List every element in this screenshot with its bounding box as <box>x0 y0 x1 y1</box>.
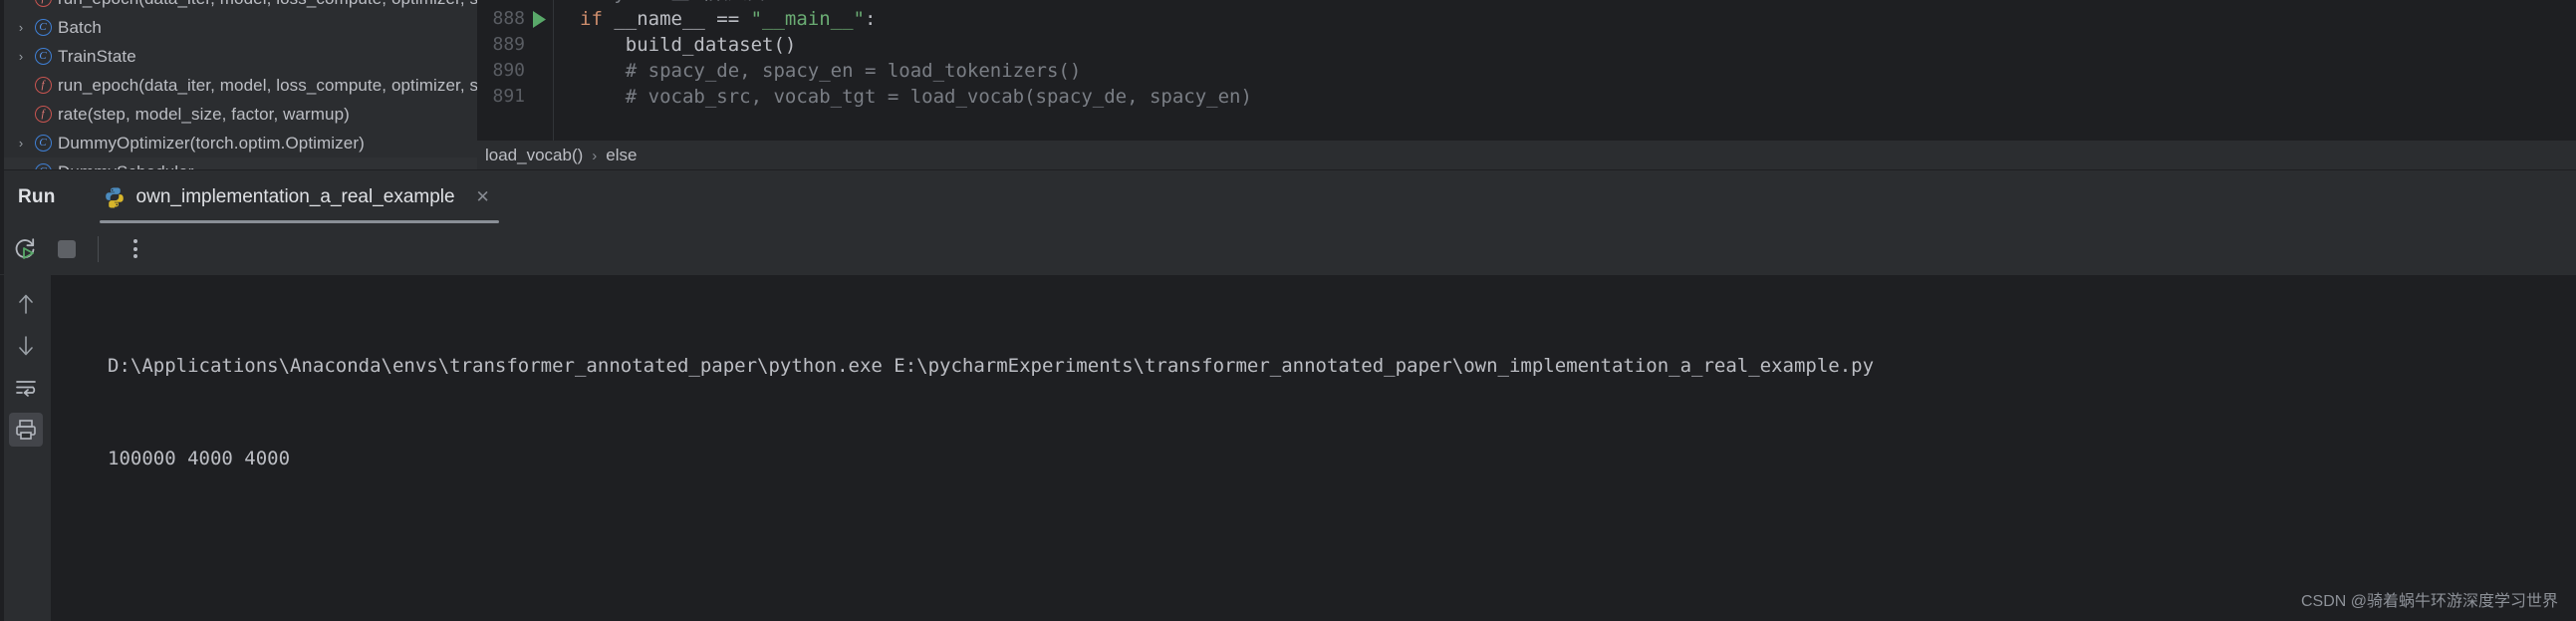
function-badge: f <box>34 0 52 7</box>
chevron-right-icon[interactable]: › <box>10 137 32 150</box>
printer-icon <box>15 420 36 440</box>
run-tab-own-implementation[interactable]: own_implementation_a_real_example ✕ <box>99 170 499 223</box>
string-token: "__main__" <box>750 8 865 30</box>
code-line: 889 build_dataset() <box>477 32 2576 58</box>
function-badge: f <box>34 77 52 94</box>
code-text: # vocab_src, vocab_tgt = load_vocab(spac… <box>553 84 1252 110</box>
toolbar-separator <box>98 235 99 262</box>
line-number: 889 <box>492 34 525 55</box>
watermark-text: CSDN @骑着蜗牛环游深度学习世界 <box>2300 593 2558 610</box>
structure-tree: f run_epoch(data_iter, model, loss_compu… <box>4 0 477 169</box>
tree-row-label: rate(step, model_size, factor, warmup) <box>58 104 350 124</box>
function-icon: f <box>32 106 54 123</box>
comment-token: # vocab_src, vocab_tgt = load_vocab(spac… <box>580 86 1252 108</box>
tree-row-run-epoch[interactable]: f run_epoch(data_iter, model, loss_compu… <box>4 71 477 100</box>
code-line: 888 if __name__ == "__main__": <box>477 6 2576 32</box>
run-tool-window-header: Run own_implementation_a_real_example ✕ <box>0 170 2576 223</box>
class-icon: C <box>32 48 54 65</box>
soft-wrap-icon <box>15 381 36 397</box>
code-text: if __name__ == "__main__": <box>553 6 876 32</box>
line-number: 891 <box>492 86 525 107</box>
run-toolbar <box>0 223 2576 274</box>
plain-token: : <box>865 8 877 30</box>
code-line: 890 # spacy_de, spacy_en = load_tokenize… <box>477 58 2576 84</box>
breadcrumb-item-else[interactable]: else <box>606 146 637 165</box>
stop-icon <box>58 239 76 258</box>
more-options-button[interactable] <box>119 232 152 266</box>
console-output[interactable]: D:\Applications\Anaconda\envs\transforme… <box>51 275 2576 621</box>
console-line: 100000 4000 4000 <box>108 448 291 469</box>
class-icon: C <box>32 19 54 36</box>
vertical-dots-icon <box>133 239 137 258</box>
tree-row-label: run_epoch(data_iter, model, loss_compute… <box>58 75 477 95</box>
function-badge: f <box>34 106 52 123</box>
structure-tool-window: f run_epoch(data_iter, model, loss_compu… <box>0 0 477 169</box>
scroll-up-button[interactable] <box>9 287 43 321</box>
code-line: 891 # vocab_src, vocab_tgt = load_vocab(… <box>477 84 2576 110</box>
tree-row-trainstate[interactable]: › C TrainState <box>4 42 477 71</box>
tree-row-rate[interactable]: f rate(step, model_size, factor, warmup) <box>4 100 477 129</box>
stop-button[interactable] <box>50 232 84 266</box>
pycharm-window: f run_epoch(data_iter, model, loss_compu… <box>0 0 2576 621</box>
keyword-token: if <box>580 8 603 30</box>
breadcrumb: load_vocab() › else <box>477 141 2576 169</box>
panel-left-edge <box>0 223 4 274</box>
tree-row-label: DummyScheduler <box>58 162 194 170</box>
rerun-icon <box>15 237 35 259</box>
class-badge: C <box>34 48 52 65</box>
run-gutter-icon[interactable] <box>525 10 553 29</box>
close-icon[interactable]: ✕ <box>473 187 493 207</box>
comment-token: # Python主函数入口 <box>580 0 766 4</box>
editor-pane[interactable]: 887 # Python主函数入口 888 if __name__ == "__… <box>477 0 2576 169</box>
tree-row[interactable]: f run_epoch(data_iter, model, loss_compu… <box>4 0 477 13</box>
line-number: 890 <box>492 60 525 81</box>
run-tab-label: own_implementation_a_real_example <box>135 185 455 207</box>
console-area: D:\Applications\Anaconda\envs\transforme… <box>0 274 2576 621</box>
class-badge: C <box>34 19 52 36</box>
breadcrumb-separator-icon: › <box>592 147 598 164</box>
run-tool-window-title: Run <box>18 185 56 207</box>
function-icon: f <box>32 0 54 7</box>
plain-token: __name__ == <box>602 8 751 30</box>
tree-row-dummyoptimizer[interactable]: › C DummyOptimizer(torch.optim.Optimizer… <box>4 129 477 157</box>
console-side-toolbar <box>0 275 51 621</box>
scroll-down-button[interactable] <box>9 329 43 363</box>
class-icon: C <box>32 135 54 152</box>
tree-row-label: TrainState <box>58 46 136 66</box>
tree-row-batch[interactable]: › C Batch <box>4 13 477 42</box>
rerun-button[interactable] <box>8 232 42 266</box>
code-lines: 887 # Python主函数入口 888 if __name__ == "__… <box>477 0 2576 110</box>
plain-token: build_dataset() <box>580 34 797 56</box>
panel-left-edge <box>0 170 4 223</box>
play-triangle-icon <box>532 10 546 28</box>
tree-row-label: Batch <box>58 17 102 37</box>
code-text: build_dataset() <box>553 32 797 58</box>
breadcrumb-item-load-vocab[interactable]: load_vocab() <box>485 146 583 165</box>
soft-wrap-button[interactable] <box>9 371 43 405</box>
arrow-up-icon <box>18 294 33 314</box>
class-badge: C <box>34 135 52 152</box>
code-text: # spacy_de, spacy_en = load_tokenizers() <box>553 58 1082 84</box>
comment-token: # spacy_de, spacy_en = load_tokenizers() <box>580 60 1082 82</box>
print-button[interactable] <box>8 413 43 447</box>
arrow-down-icon <box>18 336 33 356</box>
top-area: f run_epoch(data_iter, model, loss_compu… <box>0 0 2576 169</box>
console-line: D:\Applications\Anaconda\envs\transforme… <box>108 355 1875 377</box>
chevron-right-icon[interactable]: › <box>10 21 32 34</box>
line-number: 888 <box>492 8 525 29</box>
function-icon: f <box>32 77 54 94</box>
tree-row-label: run_epoch(data_iter, model, loss_compute… <box>58 0 477 9</box>
run-tool-window: Run own_implementation_a_real_example ✕ <box>0 169 2576 621</box>
python-icon <box>105 186 124 208</box>
panel-left-edge <box>0 275 4 621</box>
chevron-right-icon[interactable]: › <box>10 50 32 63</box>
tree-row-dummyscheduler[interactable]: › C DummyScheduler <box>4 157 477 169</box>
tree-row-label: DummyOptimizer(torch.optim.Optimizer) <box>58 133 365 153</box>
